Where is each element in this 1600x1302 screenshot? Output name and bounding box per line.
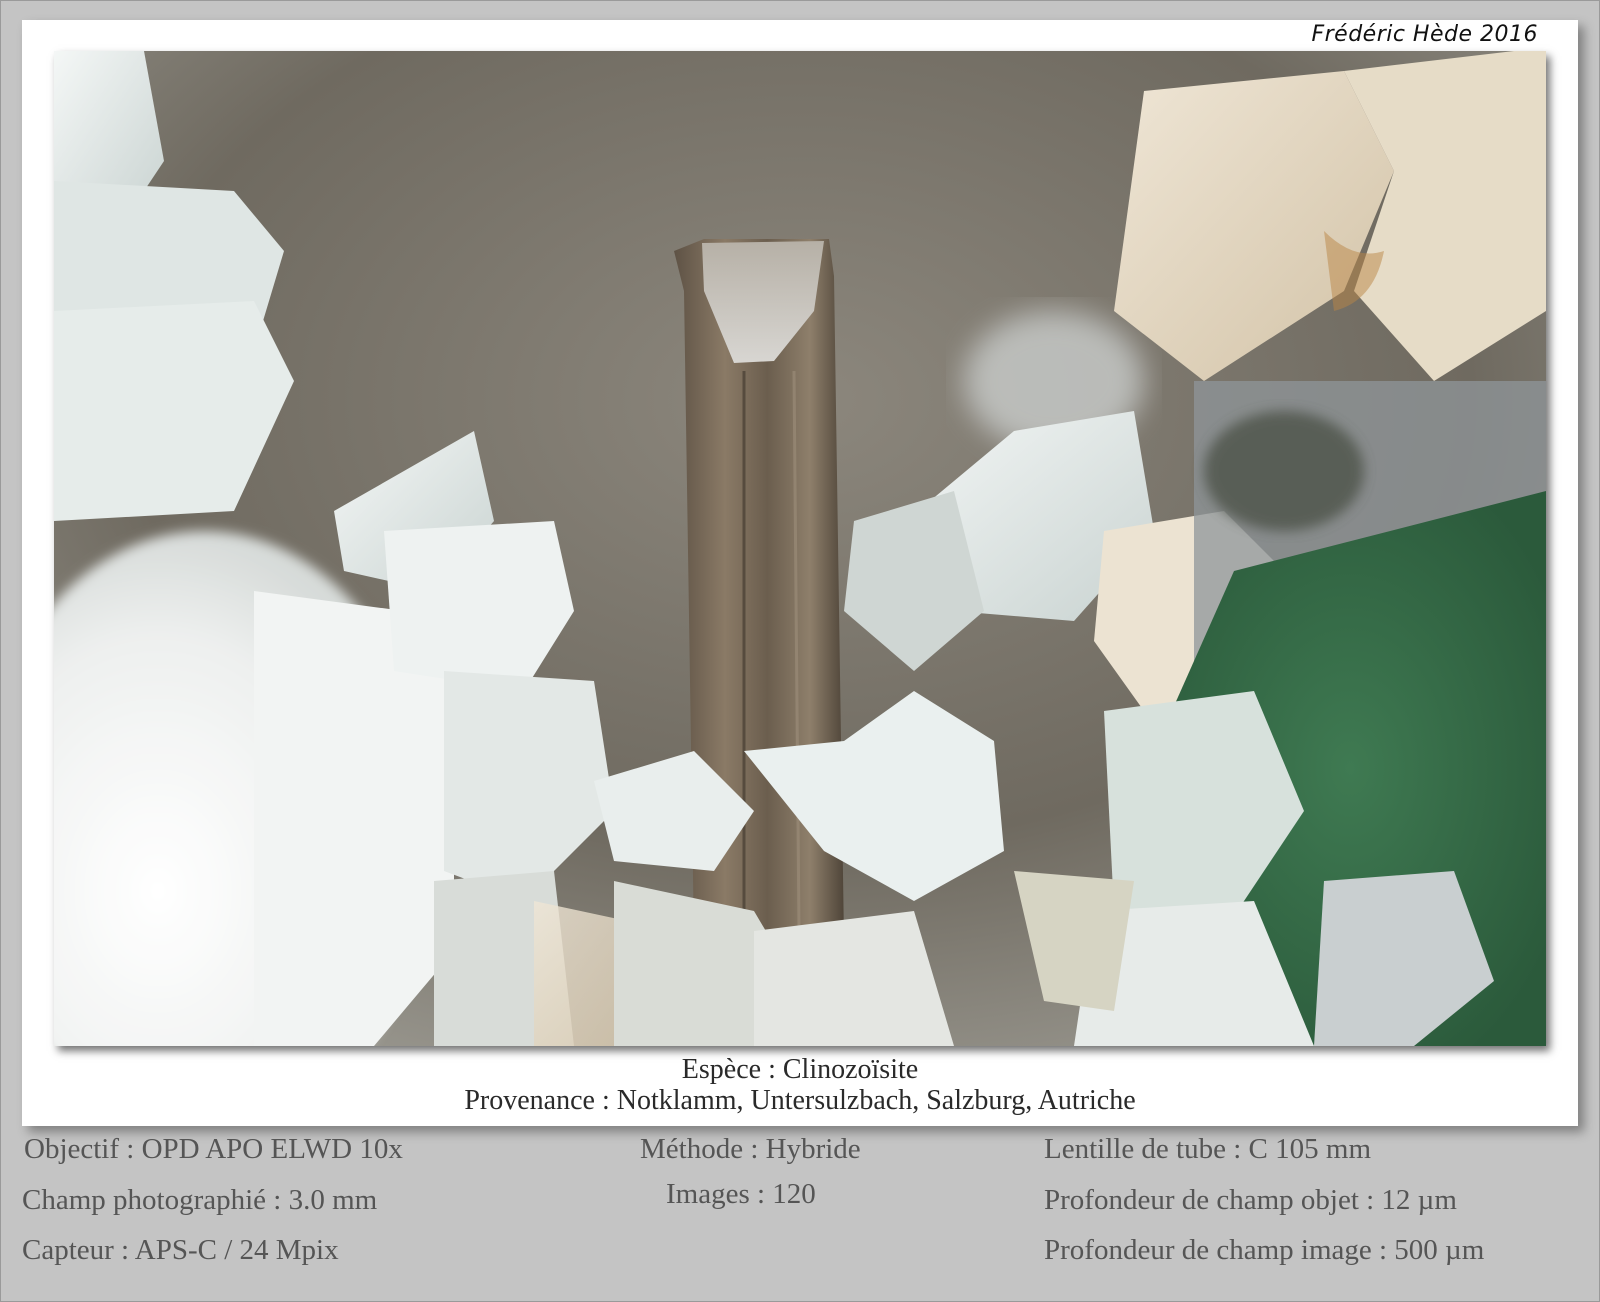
species-caption: Espèce : Clinozoïsite [681, 1054, 919, 1085]
profondeur-image-text: Profondeur de champ image : 500 µm [1044, 1234, 1485, 1266]
capteur-text: Capteur : APS-C / 24 Mpix [22, 1234, 339, 1266]
methode-text: Méthode : Hybride [640, 1133, 861, 1165]
lentille-text: Lentille de tube : C 105 mm [1044, 1133, 1372, 1165]
provenance-caption: Provenance : Notklamm, Untersulzbach, Sa… [464, 1085, 1136, 1116]
champ-text: Champ photographié : 3.0 mm [22, 1184, 378, 1216]
mineral-photo [54, 51, 1546, 1046]
photographer-signature: Frédéric Hède 2016 [1311, 22, 1538, 47]
profondeur-objet-text: Profondeur de champ objet : 12 µm [1044, 1184, 1457, 1216]
objectif-text: Objectif : OPD APO ELWD 10x [24, 1133, 403, 1165]
images-text: Images : 120 [666, 1178, 816, 1210]
